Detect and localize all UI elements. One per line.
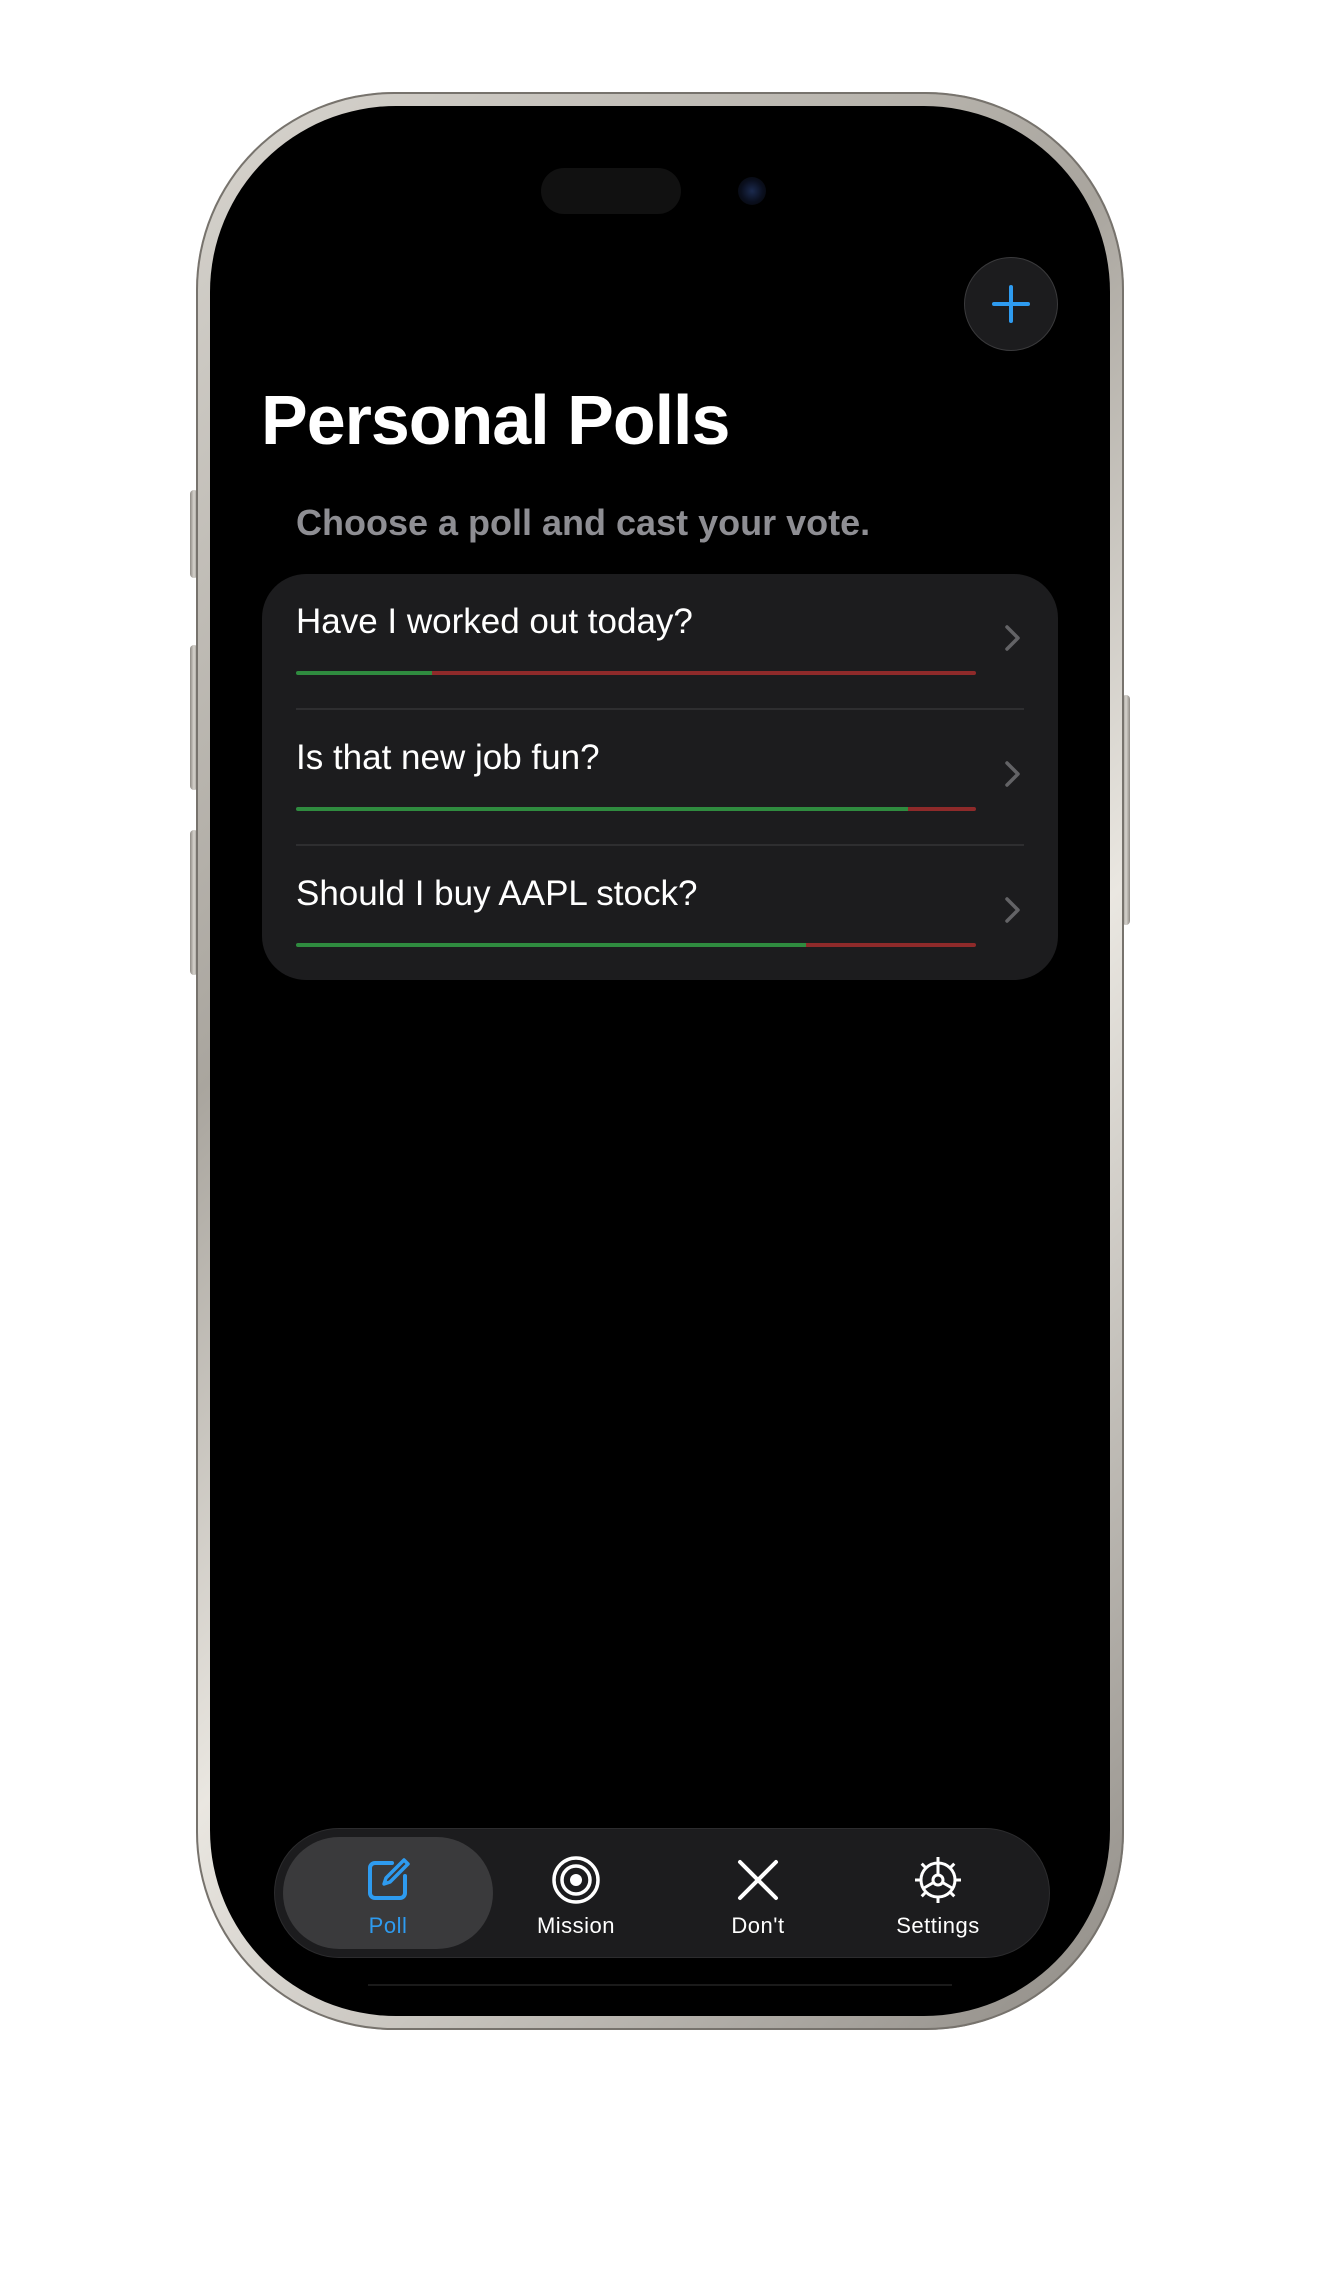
poll-question: Should I buy AAPL stock? [296, 874, 698, 913]
poll-row[interactable]: Have I worked out today? [296, 574, 1024, 708]
bottom-edge-line [368, 1984, 952, 1986]
yes-segment [296, 807, 908, 811]
yes-segment [296, 943, 806, 947]
tab-bar: Poll Mission Don't Settings [274, 1828, 1050, 1958]
no-segment [806, 943, 976, 947]
xmark-icon [738, 1860, 778, 1900]
camera-lens [738, 177, 766, 205]
poll-question: Is that new job fun? [296, 738, 600, 777]
app-screen: Personal Polls Choose a poll and cast yo… [226, 122, 1094, 2000]
no-segment [908, 807, 976, 811]
vote-progress-bar [296, 671, 976, 675]
vote-progress-bar [296, 943, 976, 947]
page-title: Personal Polls [261, 381, 730, 459]
tab-label: Poll [368, 1913, 408, 1938]
gear-icon [915, 1857, 961, 1903]
chevron-right-icon [1005, 625, 1020, 651]
poll-row[interactable]: Should I buy AAPL stock? [296, 846, 1024, 980]
chevron-right-icon [1005, 897, 1020, 923]
vote-progress-bar [296, 807, 976, 811]
poll-row[interactable]: Is that new job fun? [296, 710, 1024, 844]
dynamic-island [541, 168, 681, 214]
compose-icon [368, 1858, 410, 1900]
plus-icon [992, 285, 1030, 323]
poll-question: Have I worked out today? [296, 602, 693, 641]
target-icon [552, 1856, 600, 1904]
no-segment [432, 671, 976, 675]
tab-settings[interactable]: Settings [833, 1837, 1043, 1949]
tab-mission[interactable]: Mission [471, 1837, 681, 1949]
page-subtitle: Choose a poll and cast your vote. [296, 502, 871, 543]
tab-poll[interactable]: Poll [283, 1837, 493, 1949]
tab-label: Settings [896, 1913, 980, 1938]
chevron-right-icon [1005, 761, 1020, 787]
device-mockup: Personal Polls Choose a poll and cast yo… [0, 0, 1320, 2270]
tab-label: Mission [536, 1913, 616, 1938]
poll-list: Have I worked out today? Is that new job… [262, 574, 1058, 980]
add-poll-button[interactable] [964, 257, 1058, 351]
yes-segment [296, 671, 432, 675]
tab-label: Don't [731, 1913, 785, 1938]
tab-dont[interactable]: Don't [653, 1837, 863, 1949]
